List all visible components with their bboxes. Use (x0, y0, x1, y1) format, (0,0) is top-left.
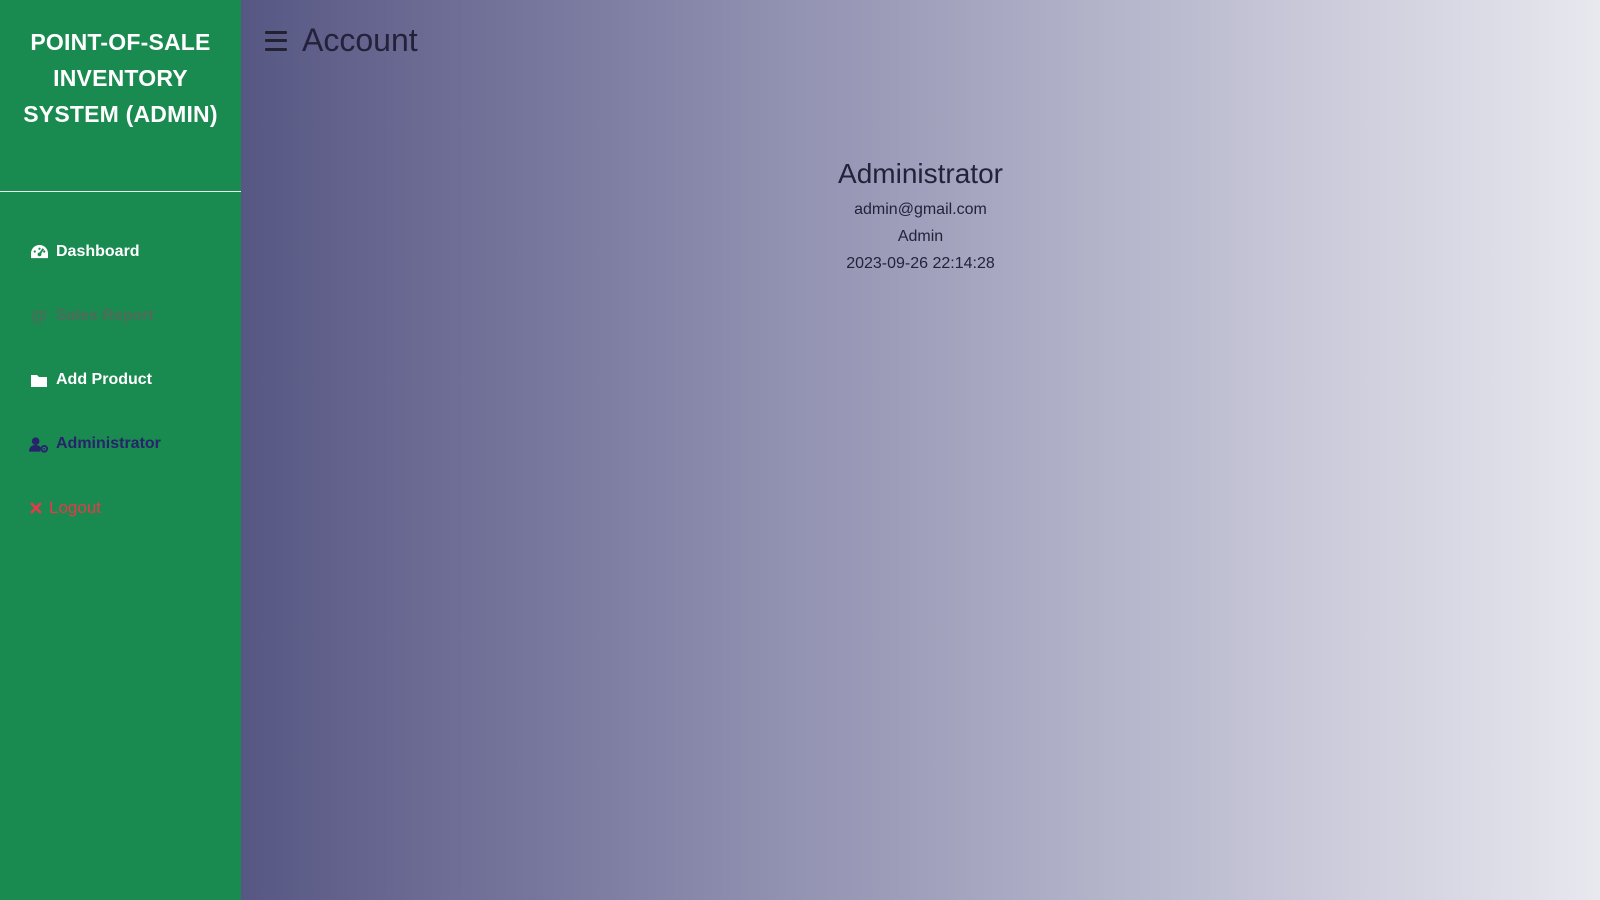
dashboard-gauge-icon (29, 243, 49, 261)
app-window: POINT-OF-SALE INVENTORY SYSTEM (ADMIN) D… (0, 0, 1600, 900)
at-sign-icon: @ (30, 306, 48, 325)
main-content: Account Administrator admin@gmail.com Ad… (241, 0, 1600, 900)
page-title: Account (302, 22, 418, 58)
sidebar: POINT-OF-SALE INVENTORY SYSTEM (ADMIN) D… (0, 0, 241, 900)
account-role: Admin (897, 228, 944, 245)
account-timestamp: 2023-09-26 22:14:28 (846, 255, 995, 272)
account-name: Administrator (838, 158, 1003, 189)
sidebar-nav: Dashboard @ Sales Report Add Product Adm… (0, 192, 241, 540)
sidebar-item-dashboard[interactable]: Dashboard (0, 220, 241, 284)
account-details: Administrator admin@gmail.com Admin 2023… (241, 156, 1600, 277)
sidebar-item-logout[interactable]: Logout (0, 476, 241, 540)
brand-header: POINT-OF-SALE INVENTORY SYSTEM (ADMIN) (0, 0, 241, 192)
hamburger-menu-icon[interactable] (265, 30, 287, 51)
user-gear-icon (29, 435, 49, 453)
close-x-icon (29, 499, 43, 517)
sidebar-item-label: Administrator (56, 435, 161, 452)
brand-title: POINT-OF-SALE INVENTORY SYSTEM (ADMIN) (23, 29, 218, 127)
sidebar-item-label: Add Product (56, 371, 152, 388)
topbar: Account (265, 22, 418, 59)
folder-icon (29, 371, 49, 389)
sidebar-item-add-product[interactable]: Add Product (0, 348, 241, 412)
sidebar-item-administrator[interactable]: Administrator (0, 412, 241, 476)
sidebar-item-label: Dashboard (56, 243, 140, 260)
account-email: admin@gmail.com (854, 201, 987, 218)
sidebar-item-label: Sales Report (56, 307, 154, 324)
sidebar-item-sales-report[interactable]: @ Sales Report (0, 284, 241, 348)
sidebar-item-label: Logout (49, 498, 101, 517)
